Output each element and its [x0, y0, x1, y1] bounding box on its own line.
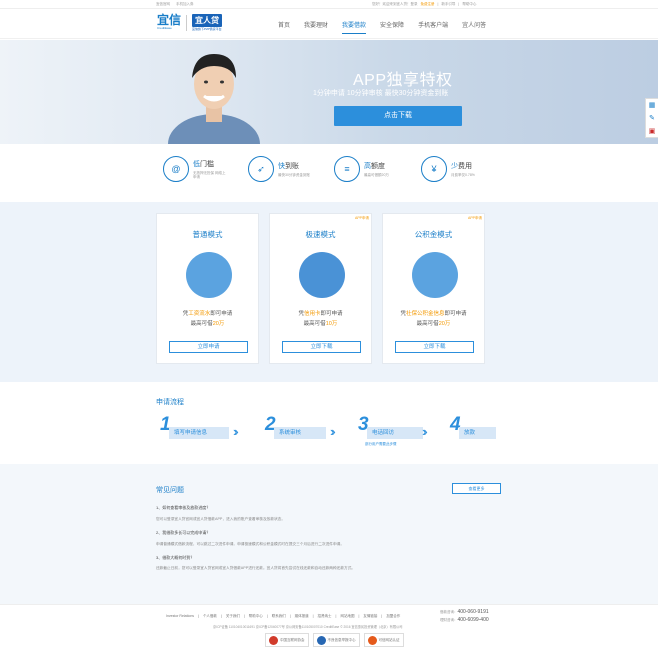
edit-icon[interactable]: ✎: [646, 112, 658, 125]
faq-answer: 申请普通模式借款流程，可以跳过二次进件申请。申请极速模式和公积金模式时在提交三个…: [156, 542, 345, 546]
main-nav: 宜信 CreditEase 宜人贷 宜信旗下P2P借贷平台 首页 我要理财 我要…: [0, 9, 658, 39]
faq-answer: 您可以登录宜人贷官网或宜人贷借款APP，进入我的账户查看审核及放款状态。: [156, 517, 286, 521]
faq-title: 常见问题: [156, 487, 184, 494]
mode-card-normal: 普通模式 凭工资流水即可申请 最高可借20万 立即申请: [156, 213, 259, 364]
apply-now-button[interactable]: 立即申请: [169, 341, 248, 353]
feature-high-amount: ≡ 高额度 最高可借额20万: [334, 156, 389, 182]
calendar-icon: [186, 252, 232, 298]
guide-link[interactable]: 新手引导: [441, 2, 455, 7]
hero-banner: APP独享特权 1分钟申请 10分钟审核 最快30分钟资金到账 点击下载: [0, 40, 658, 144]
footer: Investor Relations | 个人借款 | 关于我们 | 帮助中心 | 联系…: [0, 604, 658, 659]
grid-icon[interactable]: ▦: [646, 99, 658, 112]
download-now-button[interactable]: 立即下载: [282, 341, 361, 353]
trust-badges: 中国互联网协会 不良信息举报中心 可信网站认证: [265, 633, 404, 647]
footer-link[interactable]: 友情链接: [363, 614, 377, 619]
footer-link[interactable]: 联系我们: [272, 614, 286, 619]
nav-home[interactable]: 首页: [278, 20, 290, 34]
footer-link[interactable]: 媒体报道: [295, 614, 309, 619]
feature-low-threshold: @ 低门槛 无抵押无担保 网络上申请: [163, 156, 227, 182]
nav-security[interactable]: 安全保障: [380, 20, 404, 34]
footer-link[interactable]: Investor Relations: [166, 614, 194, 619]
faq-section: [0, 464, 658, 604]
credit-card-icon: [299, 252, 345, 298]
download-now-button[interactable]: 立即下载: [395, 341, 474, 353]
badge-trusted-site[interactable]: 可信网站认证: [363, 633, 404, 647]
flow-title: 申请流程: [156, 399, 184, 406]
chevron-right-icon: ››: [233, 424, 238, 439]
rocket-icon: ➶: [248, 156, 274, 182]
coins-icon: ≡: [334, 156, 360, 182]
banner-download-button[interactable]: 点击下载: [334, 106, 462, 126]
badge-report-center[interactable]: 不良信息举报中心: [312, 633, 360, 647]
top-bar: 宜信官网 手机加入券 您好！欢迎来到宜人贷！登录 免费注册 | 新手引导 | 帮…: [0, 0, 658, 9]
register-link[interactable]: 免费注册: [421, 2, 435, 7]
piggy-bank-icon: [412, 252, 458, 298]
mode-card-fund: APP申请 公积金模式 凭社保公积金信息即可申请 最高可借20万 立即下载: [382, 213, 485, 364]
copyright: 京ICP证备 110104010011691 京ICP备12040077号 京公…: [213, 625, 403, 629]
feature-low-fee: ¥ 少费用 月费率仅0.78%: [421, 156, 475, 182]
side-toolbar: ▦ ✎ ▣: [645, 98, 658, 138]
site-logo[interactable]: 宜信 CreditEase 宜人贷 宜信旗下P2P借贷平台: [157, 14, 223, 31]
nav-mobile[interactable]: 手机客户端: [418, 20, 448, 34]
yuan-icon: ¥: [421, 156, 447, 182]
person-photo: [168, 54, 260, 144]
faq-question[interactable]: 2、我借款多长可以完成申请？: [156, 530, 210, 536]
footer-link[interactable]: 招贤纳士: [318, 614, 332, 619]
nav-invest[interactable]: 我要理财: [304, 20, 328, 34]
chevron-right-icon: ››: [422, 424, 427, 439]
gift-icon[interactable]: ▣: [646, 125, 658, 138]
mode-title: 公积金模式: [414, 230, 453, 239]
footer-link[interactable]: 帮助中心: [249, 614, 263, 619]
nav-menu: 首页 我要理财 我要借款 安全保障 手机客户端 宜人问答: [278, 20, 500, 34]
faq-question[interactable]: 3、借款大概何时到？: [156, 555, 194, 561]
badge-internet-association[interactable]: 中国互联网协会: [265, 633, 309, 647]
footer-link[interactable]: 个人借款: [203, 614, 217, 619]
footer-link[interactable]: 关于我们: [226, 614, 240, 619]
banner-subtitle: 1分钟申请 10分钟审核 最快30分钟资金到账: [313, 90, 449, 97]
chevron-right-icon: ››: [330, 424, 335, 439]
feature-strip: @ 低门槛 无抵押无担保 网络上申请 ➶ 快到账 最快30分钟资金到账 ≡ 高额…: [0, 144, 658, 202]
mode-title: 普通模式: [192, 230, 223, 239]
footer-link[interactable]: 加盟合作: [386, 614, 400, 619]
login-link[interactable]: 您好！欢迎来到宜人贷！登录: [372, 2, 418, 7]
loan-modes-section: 普通模式 凭工资流水即可申请 最高可借20万 立即申请 APP申请 极速模式 凭信…: [0, 202, 658, 382]
mode-card-fast: APP申请 极速模式 凭信用卡即可申请 最高可借10万 立即下载: [269, 213, 372, 364]
feature-fast: ➶ 快到账 最快30分钟资金到账: [248, 156, 310, 182]
faq-question[interactable]: 1、如何查看审核及放款进度？: [156, 505, 210, 511]
contact-phones: 借款咨询：400-060-9191 理财咨询：400-6099-400: [440, 609, 489, 623]
help-link[interactable]: 帮助中心: [462, 2, 476, 7]
creditease-link[interactable]: 宜信官网: [156, 2, 170, 7]
nav-qa[interactable]: 宜人问答: [462, 20, 486, 34]
footer-link[interactable]: 网站地图: [340, 614, 354, 619]
footer-links: Investor Relations | 个人借款 | 关于我们 | 帮助中心 | 联系…: [166, 614, 401, 619]
faq-more-button[interactable]: 查看更多: [452, 483, 501, 494]
banner-title: APP独享特权: [353, 72, 453, 89]
doorway-icon: @: [163, 156, 189, 182]
mode-title: 极速模式: [305, 230, 336, 239]
mobile-link[interactable]: 手机加入券: [176, 2, 194, 7]
faq-answer: 还款截止日前，您可以登录宜人贷官网或宜人贷借款APP进行还款。宜人贷将首先尝试在…: [156, 566, 356, 570]
nav-borrow[interactable]: 我要借款: [342, 20, 367, 34]
